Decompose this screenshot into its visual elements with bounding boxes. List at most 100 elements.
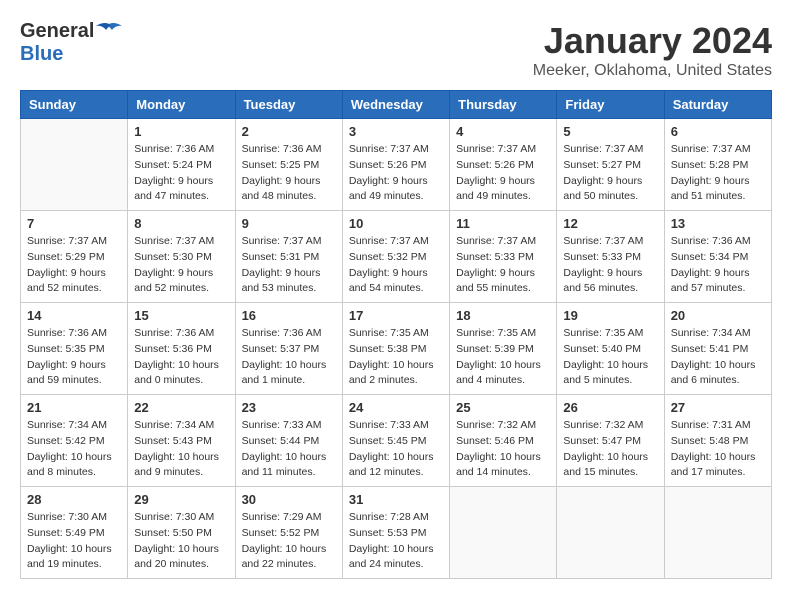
calendar-cell: 23 Sunrise: 7:33 AM Sunset: 5:44 PM Dayli…: [235, 395, 342, 487]
day-number: 26: [563, 400, 657, 415]
day-info: Sunrise: 7:31 AM Sunset: 5:48 PM Dayligh…: [671, 418, 765, 481]
page-header: General Blue January 2024 Meeker, Oklaho…: [20, 20, 772, 80]
calendar-cell: 13 Sunrise: 7:36 AM Sunset: 5:34 PM Dayli…: [664, 211, 771, 303]
day-info: Sunrise: 7:30 AM Sunset: 5:50 PM Dayligh…: [134, 510, 228, 573]
day-info: Sunrise: 7:34 AM Sunset: 5:43 PM Dayligh…: [134, 418, 228, 481]
day-number: 17: [349, 308, 443, 323]
calendar-cell: 4 Sunrise: 7:37 AM Sunset: 5:26 PM Daylig…: [450, 119, 557, 211]
calendar-cell: 22 Sunrise: 7:34 AM Sunset: 5:43 PM Dayli…: [128, 395, 235, 487]
day-info: Sunrise: 7:34 AM Sunset: 5:41 PM Dayligh…: [671, 326, 765, 389]
day-number: 23: [242, 400, 336, 415]
title-section: January 2024 Meeker, Oklahoma, United St…: [533, 20, 772, 80]
calendar-cell: [21, 119, 128, 211]
logo-line1: General: [20, 20, 122, 43]
calendar-cell: 17Sunrise: 7:35 AM Sunset: 5:38 PM Dayli…: [342, 303, 449, 395]
calendar-header-wednesday: Wednesday: [342, 91, 449, 119]
day-number: 12: [563, 216, 657, 231]
day-number: 10: [349, 216, 443, 231]
calendar-cell: 2 Sunrise: 7:36 AM Sunset: 5:25 PM Daylig…: [235, 119, 342, 211]
calendar-header-monday: Monday: [128, 91, 235, 119]
day-number: 1: [134, 124, 228, 139]
day-number: 30: [242, 492, 336, 507]
calendar-cell: [557, 487, 664, 579]
day-number: 9: [242, 216, 336, 231]
day-number: 7: [27, 216, 121, 231]
day-number: 18: [456, 308, 550, 323]
day-number: 24: [349, 400, 443, 415]
day-info: Sunrise: 7:36 AM Sunset: 5:36 PM Dayligh…: [134, 326, 228, 389]
day-number: 25: [456, 400, 550, 415]
day-number: 11: [456, 216, 550, 231]
day-info: Sunrise: 7:36 AM Sunset: 5:34 PM Dayligh…: [671, 234, 765, 297]
calendar-week-row-4: 21 Sunrise: 7:34 AM Sunset: 5:42 PM Dayli…: [21, 395, 772, 487]
calendar-cell: 27 Sunrise: 7:31 AM Sunset: 5:48 PM Dayli…: [664, 395, 771, 487]
calendar-header-tuesday: Tuesday: [235, 91, 342, 119]
day-info: Sunrise: 7:37 AM Sunset: 5:29 PM Dayligh…: [27, 234, 121, 297]
day-number: 14: [27, 308, 121, 323]
calendar-cell: 1 Sunrise: 7:36 AM Sunset: 5:24 PM Daylig…: [128, 119, 235, 211]
day-info: Sunrise: 7:37 AM Sunset: 5:27 PM Dayligh…: [563, 142, 657, 205]
calendar-header-saturday: Saturday: [664, 91, 771, 119]
day-info: Sunrise: 7:32 AM Sunset: 5:46 PM Dayligh…: [456, 418, 550, 481]
day-number: 6: [671, 124, 765, 139]
calendar-week-row-2: 7 Sunrise: 7:37 AM Sunset: 5:29 PM Daylig…: [21, 211, 772, 303]
day-number: 27: [671, 400, 765, 415]
calendar-week-row-5: 28 Sunrise: 7:30 AM Sunset: 5:49 PM Dayli…: [21, 487, 772, 579]
calendar-cell: 24 Sunrise: 7:33 AM Sunset: 5:45 PM Dayli…: [342, 395, 449, 487]
day-info: Sunrise: 7:36 AM Sunset: 5:25 PM Dayligh…: [242, 142, 336, 205]
day-info: Sunrise: 7:30 AM Sunset: 5:49 PM Dayligh…: [27, 510, 121, 573]
calendar-cell: 8Sunrise: 7:37 AM Sunset: 5:30 PM Daylig…: [128, 211, 235, 303]
day-info: Sunrise: 7:36 AM Sunset: 5:35 PM Dayligh…: [27, 326, 121, 389]
day-info: Sunrise: 7:29 AM Sunset: 5:52 PM Dayligh…: [242, 510, 336, 573]
day-number: 20: [671, 308, 765, 323]
day-info: Sunrise: 7:37 AM Sunset: 5:33 PM Dayligh…: [456, 234, 550, 297]
logo: General Blue: [20, 20, 122, 66]
day-info: Sunrise: 7:37 AM Sunset: 5:30 PM Dayligh…: [134, 234, 228, 297]
day-info: Sunrise: 7:28 AM Sunset: 5:53 PM Dayligh…: [349, 510, 443, 573]
day-info: Sunrise: 7:33 AM Sunset: 5:44 PM Dayligh…: [242, 418, 336, 481]
calendar-cell: 30 Sunrise: 7:29 AM Sunset: 5:52 PM Dayli…: [235, 487, 342, 579]
calendar-cell: 25 Sunrise: 7:32 AM Sunset: 5:46 PM Dayli…: [450, 395, 557, 487]
calendar-header-sunday: Sunday: [21, 91, 128, 119]
calendar-cell: 21 Sunrise: 7:34 AM Sunset: 5:42 PM Dayli…: [21, 395, 128, 487]
logo-blue-text: Blue: [20, 43, 122, 66]
day-info: Sunrise: 7:34 AM Sunset: 5:42 PM Dayligh…: [27, 418, 121, 481]
day-number: 31: [349, 492, 443, 507]
calendar-title: January 2024: [533, 20, 772, 62]
calendar-cell: 15 Sunrise: 7:36 AM Sunset: 5:36 PM Dayli…: [128, 303, 235, 395]
calendar-week-row-3: 14 Sunrise: 7:36 AM Sunset: 5:35 PM Dayli…: [21, 303, 772, 395]
calendar-cell: 11 Sunrise: 7:37 AM Sunset: 5:33 PM Dayli…: [450, 211, 557, 303]
day-number: 28: [27, 492, 121, 507]
calendar-cell: 28 Sunrise: 7:30 AM Sunset: 5:49 PM Dayli…: [21, 487, 128, 579]
day-info: Sunrise: 7:37 AM Sunset: 5:26 PM Dayligh…: [456, 142, 550, 205]
day-info: Sunrise: 7:37 AM Sunset: 5:31 PM Dayligh…: [242, 234, 336, 297]
calendar-header-friday: Friday: [557, 91, 664, 119]
calendar-cell: 10Sunrise: 7:37 AM Sunset: 5:32 PM Dayli…: [342, 211, 449, 303]
day-info: Sunrise: 7:36 AM Sunset: 5:37 PM Dayligh…: [242, 326, 336, 389]
calendar-cell: [450, 487, 557, 579]
day-info: Sunrise: 7:33 AM Sunset: 5:45 PM Dayligh…: [349, 418, 443, 481]
calendar-cell: 3Sunrise: 7:37 AM Sunset: 5:26 PM Daylig…: [342, 119, 449, 211]
calendar-header-thursday: Thursday: [450, 91, 557, 119]
day-number: 13: [671, 216, 765, 231]
day-info: Sunrise: 7:35 AM Sunset: 5:39 PM Dayligh…: [456, 326, 550, 389]
calendar-cell: 20 Sunrise: 7:34 AM Sunset: 5:41 PM Dayli…: [664, 303, 771, 395]
calendar-cell: 19Sunrise: 7:35 AM Sunset: 5:40 PM Dayli…: [557, 303, 664, 395]
calendar-header-row: SundayMondayTuesdayWednesdayThursdayFrid…: [21, 91, 772, 119]
day-number: 21: [27, 400, 121, 415]
day-info: Sunrise: 7:37 AM Sunset: 5:33 PM Dayligh…: [563, 234, 657, 297]
calendar-cell: 18 Sunrise: 7:35 AM Sunset: 5:39 PM Dayli…: [450, 303, 557, 395]
day-number: 16: [242, 308, 336, 323]
logo-bird-icon: [96, 22, 122, 42]
day-number: 4: [456, 124, 550, 139]
calendar-cell: 16 Sunrise: 7:36 AM Sunset: 5:37 PM Dayli…: [235, 303, 342, 395]
day-number: 15: [134, 308, 228, 323]
calendar-cell: 5Sunrise: 7:37 AM Sunset: 5:27 PM Daylig…: [557, 119, 664, 211]
calendar-subtitle: Meeker, Oklahoma, United States: [533, 62, 772, 80]
day-number: 22: [134, 400, 228, 415]
calendar-week-row-1: 1 Sunrise: 7:36 AM Sunset: 5:24 PM Daylig…: [21, 119, 772, 211]
day-info: Sunrise: 7:36 AM Sunset: 5:24 PM Dayligh…: [134, 142, 228, 205]
day-number: 2: [242, 124, 336, 139]
calendar-cell: 6Sunrise: 7:37 AM Sunset: 5:28 PM Daylig…: [664, 119, 771, 211]
day-number: 19: [563, 308, 657, 323]
